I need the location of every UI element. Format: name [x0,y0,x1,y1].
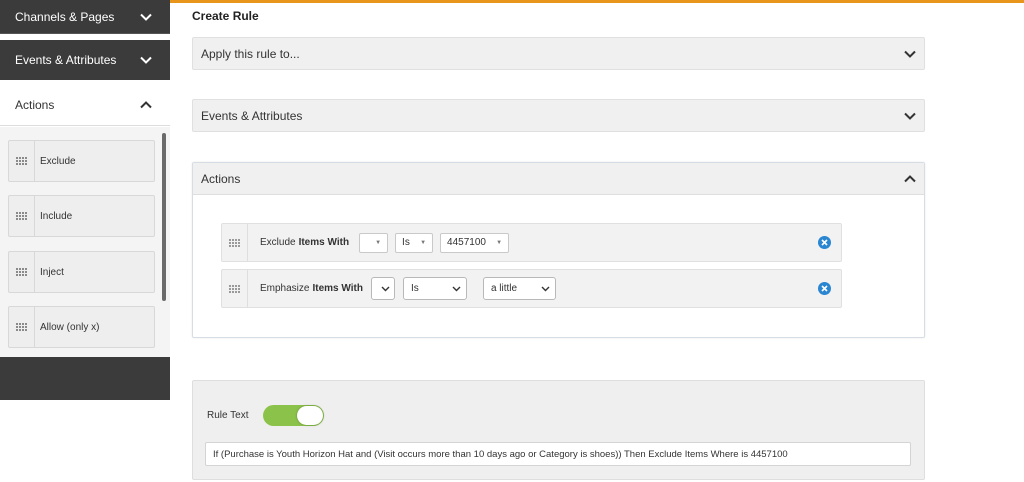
sidebar-section-actions[interactable]: Actions [0,84,170,126]
rule-text-toggle[interactable] [263,405,324,426]
chevron-down-icon [452,286,461,291]
action-row-emphasize: Emphasize Items With Is a little [221,269,842,308]
remove-action-button[interactable] [818,236,831,249]
panel-header-events-attributes[interactable]: Events & Attributes [193,100,924,132]
chevron-down-icon [904,109,916,123]
sidebar-section-channels-pages[interactable]: Channels & Pages [0,0,170,34]
panel-title: Events & Attributes [201,109,303,123]
rule-text-panel: Rule Text [192,380,925,480]
grip-icon[interactable] [222,270,248,307]
chevron-down-icon [381,286,390,291]
grip-icon[interactable] [9,141,35,181]
grip-icon[interactable] [9,196,35,236]
grip-icon[interactable] [222,224,248,261]
panel-apply-rule-to: Apply this rule to... [192,37,925,70]
close-circle-icon [821,285,828,292]
panel-events-attributes: Events & Attributes [192,99,925,132]
grip-icon[interactable] [9,252,35,292]
sidebar-item-label: Inject [40,266,64,278]
close-circle-icon [821,239,828,246]
panel-header-actions[interactable]: Actions [193,163,924,195]
chevron-down-icon [541,286,550,291]
sidebar-item-inject[interactable]: Inject [8,251,155,293]
chevron-down-icon [904,47,916,61]
rule-text-label: Rule Text [207,410,249,421]
sidebar-section-label: Events & Attributes [15,53,117,67]
sidebar-item-label: Exclude [40,155,76,167]
action-target: Items With [298,237,350,248]
chevron-down-icon [140,56,152,64]
action-target: Items With [312,283,363,294]
chevron-down-icon [140,13,152,21]
sidebar-action-list: Exclude Include Inject Allow (only x) [0,127,170,357]
sidebar-section-label: Actions [15,97,55,112]
caret-down-icon: ▼ [420,239,427,246]
sidebar-item-label: Include [40,210,73,222]
sidebar-section-events-attributes[interactable]: Events & Attributes [0,40,170,80]
sidebar-item-label: Allow (only x) [40,321,100,333]
field-select[interactable]: ▼ [359,232,389,253]
page-title: Create Rule [192,9,259,23]
panel-title: Actions [201,171,241,186]
sidebar-section-label: Channels & Pages [15,9,115,24]
remove-action-button[interactable] [818,282,831,295]
toggle-knob [297,406,323,425]
sidebar-item-include[interactable]: Include [8,195,155,237]
caret-down-icon: ▼ [496,239,503,246]
sidebar-scrollbar[interactable] [162,133,166,301]
operator-select[interactable]: Is ▼ [395,232,434,253]
action-row-exclude: Exclude Items With ▼ Is ▼ 4457100 ▼ [221,223,842,262]
chevron-up-icon [140,98,152,112]
value-select[interactable]: a little [482,277,556,300]
sidebar-item-allow-only-x[interactable]: Allow (only x) [8,306,155,348]
operator-select[interactable]: Is [402,277,467,300]
action-verb: Exclude [260,237,296,248]
panel-header-apply-rule-to[interactable]: Apply this rule to... [193,38,924,70]
action-verb: Emphasize [260,283,310,294]
sidebar-footer [0,357,170,400]
grip-icon[interactable] [9,307,35,347]
panel-actions: Actions Exclude Items With ▼ Is ▼ 445710… [192,162,925,338]
sidebar: Channels & Pages Events & Attributes Act… [0,0,170,400]
panel-title: Apply this rule to... [201,47,300,61]
sidebar-item-exclude[interactable]: Exclude [8,140,155,182]
chevron-up-icon [904,172,916,186]
field-select[interactable] [370,277,395,300]
rule-text-input[interactable] [205,442,911,466]
caret-down-icon: ▼ [375,239,382,246]
value-select[interactable]: 4457100 ▼ [440,232,510,253]
